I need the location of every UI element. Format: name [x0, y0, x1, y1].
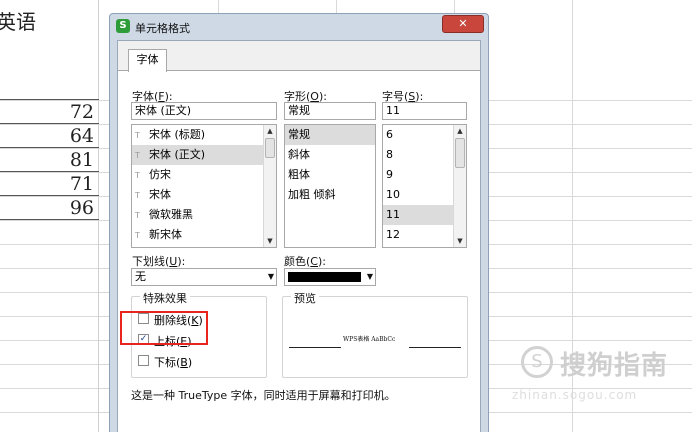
truetype-icon: T	[135, 191, 140, 200]
font-description: 这是一种 TrueType 字体，同时适用于屏幕和打印机。	[131, 389, 396, 402]
font-option-label: 仿宋	[149, 168, 171, 181]
dialog-content: 字体 字体(F): 宋体 (正文) T 宋体 (标题) T 宋体 (正文) T 仿宋 …	[117, 40, 481, 432]
column-a[interactable]: 英语 72 64 81 71 96	[0, 0, 99, 432]
style-listbox[interactable]: 常规 斜体 粗体 加粗 倾斜	[284, 124, 376, 248]
scroll-up-icon[interactable]: ▲	[264, 125, 276, 137]
truetype-icon: T	[135, 131, 140, 140]
font-option-label: 宋体 (正文)	[149, 148, 206, 161]
color-label-text: 颜色(	[284, 255, 311, 268]
underline-label: 下划线(U):	[132, 255, 186, 268]
data-cell[interactable]: 71	[0, 172, 99, 196]
font-option[interactable]: T 微软雅黑	[132, 205, 276, 225]
style-option[interactable]: 粗体	[285, 165, 375, 185]
effects-title: 特殊效果	[140, 290, 190, 306]
watermark-logo-icon: S	[521, 346, 553, 378]
scroll-up-icon[interactable]: ▲	[454, 125, 466, 137]
font-option-label: 宋体 (标题)	[149, 128, 206, 141]
underline-label-text: 下划线(	[132, 255, 170, 268]
style-option[interactable]: 斜体	[285, 145, 375, 165]
subscript-label-key: B	[180, 356, 188, 369]
size-input[interactable]: 11	[382, 102, 467, 120]
font-listbox[interactable]: T 宋体 (标题) T 宋体 (正文) T 仿宋 T 宋体 T 微软雅黑 T 新宋体 ▲ ▼	[131, 124, 277, 248]
dialog-title: 单元格格式	[135, 22, 190, 35]
tab-font[interactable]: 字体	[128, 49, 167, 72]
truetype-icon: T	[135, 211, 140, 220]
preview-group: 预览 WPS表格 AaBbCc	[282, 290, 468, 378]
subscript-label[interactable]: 下标(B)	[154, 354, 192, 370]
data-cell[interactable]: 96	[0, 196, 99, 220]
preview-title: 预览	[291, 290, 319, 306]
font-option[interactable]: T 宋体 (标题)	[132, 125, 276, 145]
font-option-label: 微软雅黑	[149, 208, 193, 221]
truetype-icon: T	[135, 231, 140, 240]
preview-baseline	[289, 347, 341, 348]
watermark-text: 搜狗指南	[560, 351, 669, 381]
truetype-icon: T	[135, 151, 140, 160]
format-cells-dialog: S 单元格格式 ✕ 字体 字体(F): 宋体 (正文) T 宋体 (标题) T 宋体…	[109, 13, 489, 432]
subscript-checkbox[interactable]	[138, 355, 149, 366]
tab-bar: 字体	[118, 41, 480, 72]
font-option[interactable]: T 新宋体	[132, 225, 276, 245]
underline-select-value: 无	[135, 270, 146, 283]
color-swatch	[288, 272, 361, 282]
font-option-label: 宋体	[149, 188, 171, 201]
font-option[interactable]: T 仿宋	[132, 165, 276, 185]
style-input[interactable]: 常规	[284, 102, 376, 120]
data-cell[interactable]: 64	[0, 124, 99, 148]
size-listbox[interactable]: 6 8 9 10 11 12 ▲ ▼	[382, 124, 467, 248]
font-option-selected[interactable]: T 宋体 (正文)	[132, 145, 276, 165]
color-select[interactable]: ▼	[284, 268, 376, 286]
font-option[interactable]: T 宋体	[132, 185, 276, 205]
style-option-selected[interactable]: 常规	[285, 125, 375, 145]
preview-baseline	[409, 347, 461, 348]
wps-app-icon: S	[116, 19, 130, 33]
subscript-label-text: 下标(	[154, 356, 181, 369]
color-label: 颜色(C):	[284, 255, 326, 268]
underline-select[interactable]: 无 ▼	[131, 268, 277, 286]
scroll-down-icon[interactable]: ▼	[264, 235, 276, 247]
scroll-thumb[interactable]	[265, 138, 275, 158]
close-button[interactable]: ✕	[442, 15, 484, 33]
header-cell-text: 英语	[0, 10, 36, 34]
chevron-down-icon: ▼	[267, 272, 274, 281]
scroll-thumb[interactable]	[455, 138, 465, 168]
font-input[interactable]: 宋体 (正文)	[131, 102, 277, 120]
data-cell[interactable]: 81	[0, 148, 99, 172]
font-scrollbar[interactable]: ▲ ▼	[263, 125, 276, 247]
dialog-titlebar[interactable]: S 单元格格式 ✕	[110, 14, 488, 40]
scroll-down-icon[interactable]: ▼	[454, 235, 466, 247]
highlight-box	[120, 311, 208, 345]
header-cell[interactable]: 英语	[0, 0, 99, 100]
color-label-key: C	[310, 255, 318, 268]
size-scrollbar[interactable]: ▲ ▼	[453, 125, 466, 247]
watermark-url: zhinan.sogou.com	[512, 388, 638, 402]
underline-label-key: U	[169, 255, 178, 268]
style-option[interactable]: 加粗 倾斜	[285, 185, 375, 205]
preview-sample: WPS表格 AaBbCc	[343, 336, 396, 343]
font-option-label: 新宋体	[149, 228, 182, 241]
data-cell[interactable]: 72	[0, 100, 99, 124]
truetype-icon: T	[135, 171, 140, 180]
chevron-down-icon: ▼	[366, 272, 373, 281]
